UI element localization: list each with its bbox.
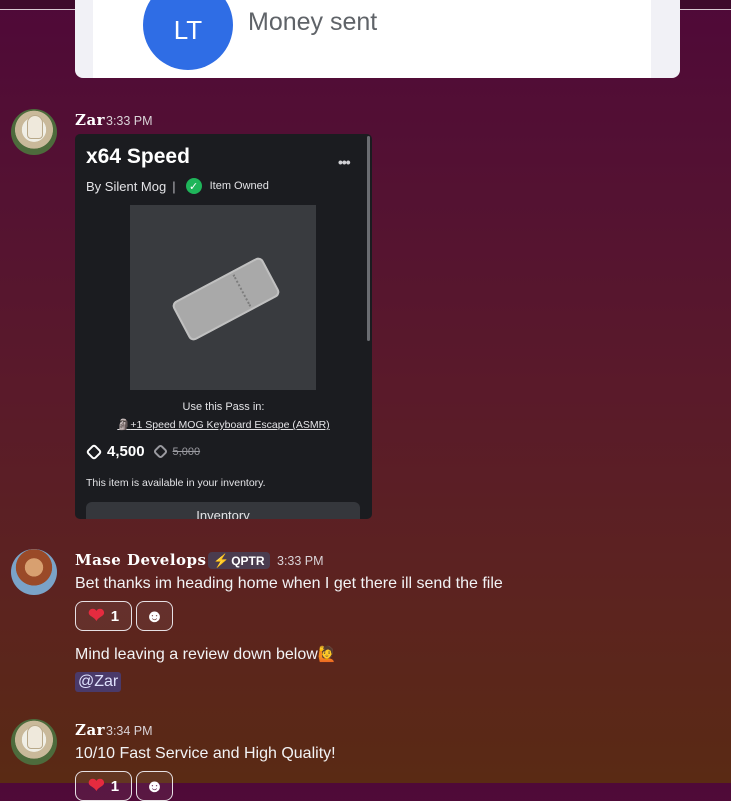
message-timestamp[interactable]: 3:34 PM — [106, 724, 153, 738]
server-tag-text: QPTR — [231, 553, 265, 568]
lightning-icon: ⚡ — [213, 552, 230, 568]
money-sent-card-body: LT Money sent — [93, 0, 651, 78]
followup-text: Mind leaving a review down below — [75, 646, 318, 663]
thumbs-up-figure-icon: 🙋 — [317, 646, 337, 663]
smiley-icon: ☻ — [145, 776, 164, 796]
money-sent-text: Money sent — [248, 8, 378, 36]
heart-icon: ❤ — [87, 775, 105, 797]
more-options-icon[interactable]: ••• — [338, 154, 351, 170]
by-prefix: By — [86, 178, 102, 194]
item-creator-line: By Silent Mog | ✓ Item Owned — [86, 178, 269, 194]
item-title: x64 Speed — [86, 145, 190, 168]
lt-avatar: LT — [143, 0, 233, 70]
heart-reaction[interactable]: ❤ 1 — [75, 771, 132, 801]
heart-reaction[interactable]: ❤ 1 — [75, 601, 132, 631]
smiley-icon: ☻ — [145, 606, 164, 626]
ticket-icon — [170, 255, 282, 343]
username-zar[interactable]: Zar — [75, 111, 105, 129]
heart-icon: ❤ — [87, 605, 105, 627]
reaction-count: 1 — [110, 607, 120, 625]
avatar-zar[interactable] — [11, 719, 57, 765]
message-text: Bet thanks im heading home when I get th… — [75, 575, 503, 592]
item-old-price: 5,000 — [172, 445, 201, 458]
game-link-text[interactable]: +1 Speed MOG Keyboard Escape (ASMR) — [130, 419, 329, 431]
avatar-zar[interactable] — [11, 109, 57, 155]
availability-text: This item is available in your inventory… — [86, 477, 266, 489]
message-text-followup: Mind leaving a review down below🙋 — [75, 645, 336, 664]
item-thumbnail — [130, 205, 316, 390]
game-thumbnail-icon: 🗿 — [117, 419, 131, 431]
reaction-count: 1 — [110, 777, 120, 795]
use-pass-label: Use this Pass in: — [182, 401, 265, 413]
username-zar[interactable]: Zar — [75, 721, 105, 739]
message-timestamp[interactable]: 3:33 PM — [277, 554, 324, 568]
add-reaction-button[interactable]: ☻ — [136, 771, 173, 801]
robux-icon — [85, 443, 103, 460]
user-mention[interactable]: @Zar — [75, 672, 122, 692]
inventory-button[interactable]: Inventory — [86, 502, 360, 519]
robux-icon-old — [152, 443, 168, 460]
embed-scrollbar[interactable] — [367, 136, 370, 341]
item-price: 4,500 — [107, 443, 145, 460]
separator: | — [172, 178, 176, 194]
creator-name[interactable]: Silent Mog — [105, 179, 166, 194]
price-row: 4,500 5,000 — [85, 443, 201, 460]
game-link[interactable]: 🗿+1 Speed MOG Keyboard Escape (ASMR) — [75, 418, 372, 431]
message-text: 10/10 Fast Service and High Quality! — [75, 745, 336, 762]
add-reaction-button[interactable]: ☻ — [136, 601, 173, 631]
money-sent-card: LT Money sent — [75, 0, 680, 78]
check-circle-icon: ✓ — [185, 178, 202, 194]
username-mase-develops[interactable]: Mase Develops — [75, 551, 206, 569]
server-tag-badge[interactable]: ⚡ QPTR — [208, 552, 270, 569]
item-owned-label: Item Owned — [209, 180, 269, 192]
roblox-item-embed: x64 Speed ••• By Silent Mog | ✓ Item Own… — [75, 134, 372, 519]
message-timestamp[interactable]: 3:33 PM — [106, 114, 153, 128]
avatar-mase-develops[interactable] — [11, 549, 57, 595]
